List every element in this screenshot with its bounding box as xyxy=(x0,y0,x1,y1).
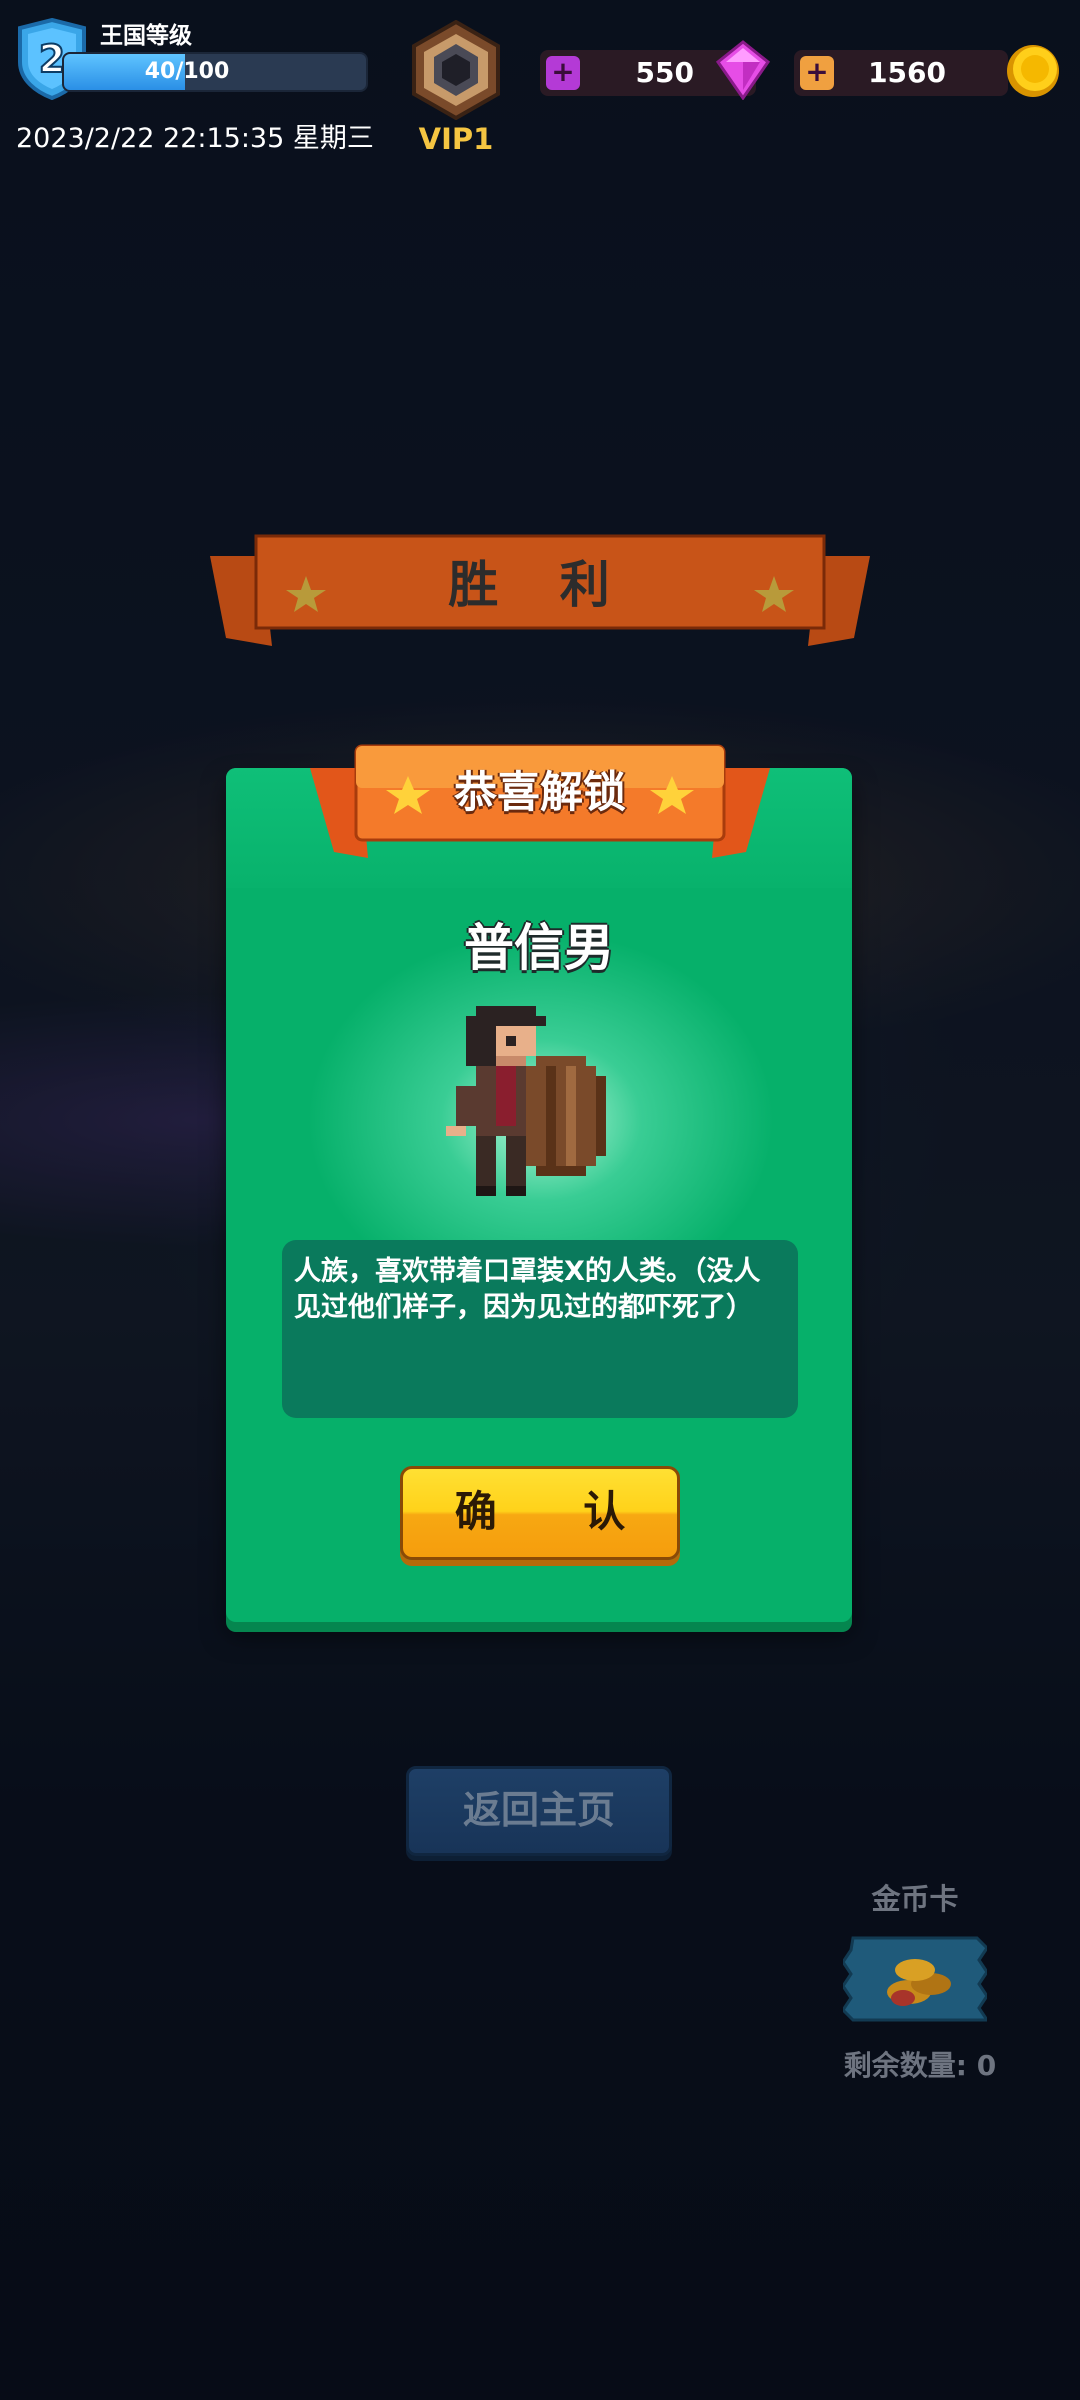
gem-value: 550 xyxy=(635,56,694,89)
coin-icon xyxy=(1007,45,1059,97)
gem-icon xyxy=(716,40,770,100)
coin-card-title: 金币卡 xyxy=(871,1882,959,1916)
coin-value: 1560 xyxy=(868,56,946,89)
coin-card-remaining: 剩余数量: 0 xyxy=(843,2049,997,2082)
character-name: 普信男 xyxy=(464,919,614,977)
coin-card-icon[interactable] xyxy=(843,1934,987,2024)
coin-counter: + 1560 xyxy=(794,50,1008,96)
gem-add-button[interactable]: + xyxy=(546,56,580,90)
level-title: 王国等级 xyxy=(100,23,192,49)
vip-badge-icon[interactable] xyxy=(408,20,504,120)
xp-text: 40/100 xyxy=(144,59,230,84)
datetime: 2023/2/22 22:15:35 星期三 xyxy=(16,123,374,154)
victory-title: 胜 利 xyxy=(448,556,632,614)
unlock-ribbon-title: 恭喜解锁 xyxy=(454,768,626,818)
character-sprite xyxy=(446,1006,606,1196)
character-description-box: 人族，喜欢带着口罩装X的人类。（没人见过他们样子，因为见过的都吓死了） xyxy=(282,1240,798,1418)
confirm-button-label[interactable]: 确 认 xyxy=(400,1466,680,1560)
coin-add-button[interactable]: + xyxy=(800,56,834,90)
vip-label: VIP1 xyxy=(418,122,494,156)
return-home-label[interactable]: 返回主页 xyxy=(406,1766,672,1856)
character-description: 人族，喜欢带着口罩装X的人类。（没人见过他们样子，因为见过的都吓死了） xyxy=(294,1256,761,1323)
